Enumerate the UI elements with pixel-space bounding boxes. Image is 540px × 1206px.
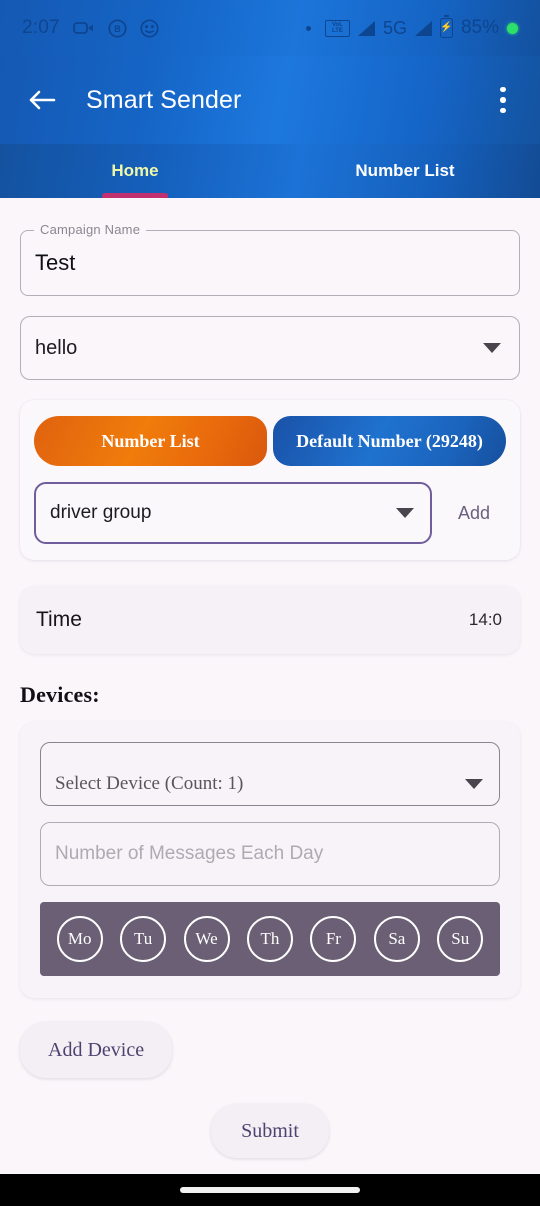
add-group-link[interactable]: Add (442, 503, 506, 524)
status-bar: 2:07 B VoL LTE 5G ⚡ 85% (0, 0, 540, 56)
battery-icon: ⚡ (439, 15, 453, 38)
chevron-down-icon (395, 508, 414, 518)
svg-text:B: B (114, 24, 121, 34)
bitcoin-circle-icon: B (108, 18, 127, 38)
day-button-fr[interactable]: Fr (310, 916, 357, 962)
home-indicator[interactable] (180, 1187, 360, 1193)
devices-heading: Devices: (20, 682, 100, 707)
select-device-dropdown[interactable]: Select Device (Count: 1) (40, 742, 500, 806)
day-of-week-selector: Mo Tu We Th Fr Sa Su (40, 902, 500, 976)
time-label: Time (36, 608, 82, 631)
tab-home[interactable]: Home (0, 144, 270, 198)
time-row[interactable]: Time 14:0 (20, 586, 520, 654)
message-template-dropdown[interactable]: hello (20, 316, 520, 380)
default-number-toggle-button[interactable]: Default Number (29248) (273, 416, 506, 466)
campaign-name-value: Test (35, 250, 76, 275)
kebab-dot-3 (500, 107, 506, 114)
arrow-left-icon (29, 90, 56, 110)
campaign-name-field[interactable]: Campaign Name Test (20, 222, 520, 296)
status-green-dot-icon (507, 22, 518, 34)
messages-per-day-placeholder: Number of Messages Each Day (55, 843, 324, 864)
time-value: 14:0 (468, 610, 502, 629)
signal-bars-icon-2 (414, 20, 432, 36)
day-button-mo[interactable]: Mo (56, 916, 103, 962)
submit-button[interactable]: Submit (211, 1104, 329, 1158)
main-content: Campaign Name Test hello Number List Def… (0, 198, 540, 1174)
volte-icon: VoL LTE (324, 19, 350, 37)
add-device-button[interactable]: Add Device (20, 1022, 173, 1078)
campaign-name-label: Campaign Name (34, 222, 147, 237)
day-button-sa[interactable]: Sa (373, 916, 420, 962)
day-button-tu[interactable]: Tu (120, 916, 167, 962)
tab-number-list[interactable]: Number List (270, 144, 540, 198)
network-type-label: 5G (382, 17, 407, 38)
signal-bars-icon-1 (357, 20, 375, 36)
overflow-menu-button[interactable] (488, 80, 518, 120)
group-selector-row: driver group Add (34, 482, 506, 544)
battery-percent-label: 85% (460, 17, 499, 38)
app-bar: Smart Sender (0, 56, 540, 144)
day-button-su[interactable]: Su (437, 916, 484, 962)
video-camera-icon (72, 20, 95, 36)
day-button-we[interactable]: We (183, 916, 230, 962)
source-toggle-group: Number List Default Number (29248) (34, 416, 506, 466)
recording-dot-icon (305, 25, 311, 31)
status-bar-clock: 2:07 (22, 17, 60, 38)
back-button[interactable] (20, 78, 64, 122)
group-dropdown[interactable]: driver group (34, 482, 432, 544)
message-template-value: hello (35, 336, 78, 359)
volte-line-2: LTE (332, 28, 343, 34)
number-list-toggle-button[interactable]: Number List (34, 416, 267, 466)
chevron-down-icon (483, 343, 501, 353)
status-bar-right: VoL LTE 5G ⚡ 85% (305, 15, 518, 39)
kebab-dot-1 (500, 86, 506, 93)
status-bar-left: 2:07 B (22, 17, 159, 39)
system-navigation-bar (0, 1174, 540, 1206)
kebab-dot-2 (500, 97, 506, 103)
device-card: Select Device (Count: 1) Number of Messa… (20, 722, 520, 998)
day-button-th[interactable]: Th (246, 916, 293, 962)
battery-bolt-glyph: ⚡ (440, 22, 453, 33)
submit-row: Submit (0, 1104, 540, 1158)
face-emoji-icon (140, 18, 159, 38)
page-title: Smart Sender (86, 85, 242, 114)
chevron-down-icon (465, 779, 483, 789)
group-dropdown-value: driver group (50, 502, 152, 523)
recipient-source-card: Number List Default Number (29248) drive… (20, 400, 520, 560)
tab-bar: Home Number List (0, 144, 540, 198)
select-device-value: Select Device (Count: 1) (55, 773, 244, 794)
messages-per-day-input[interactable]: Number of Messages Each Day (40, 822, 500, 886)
